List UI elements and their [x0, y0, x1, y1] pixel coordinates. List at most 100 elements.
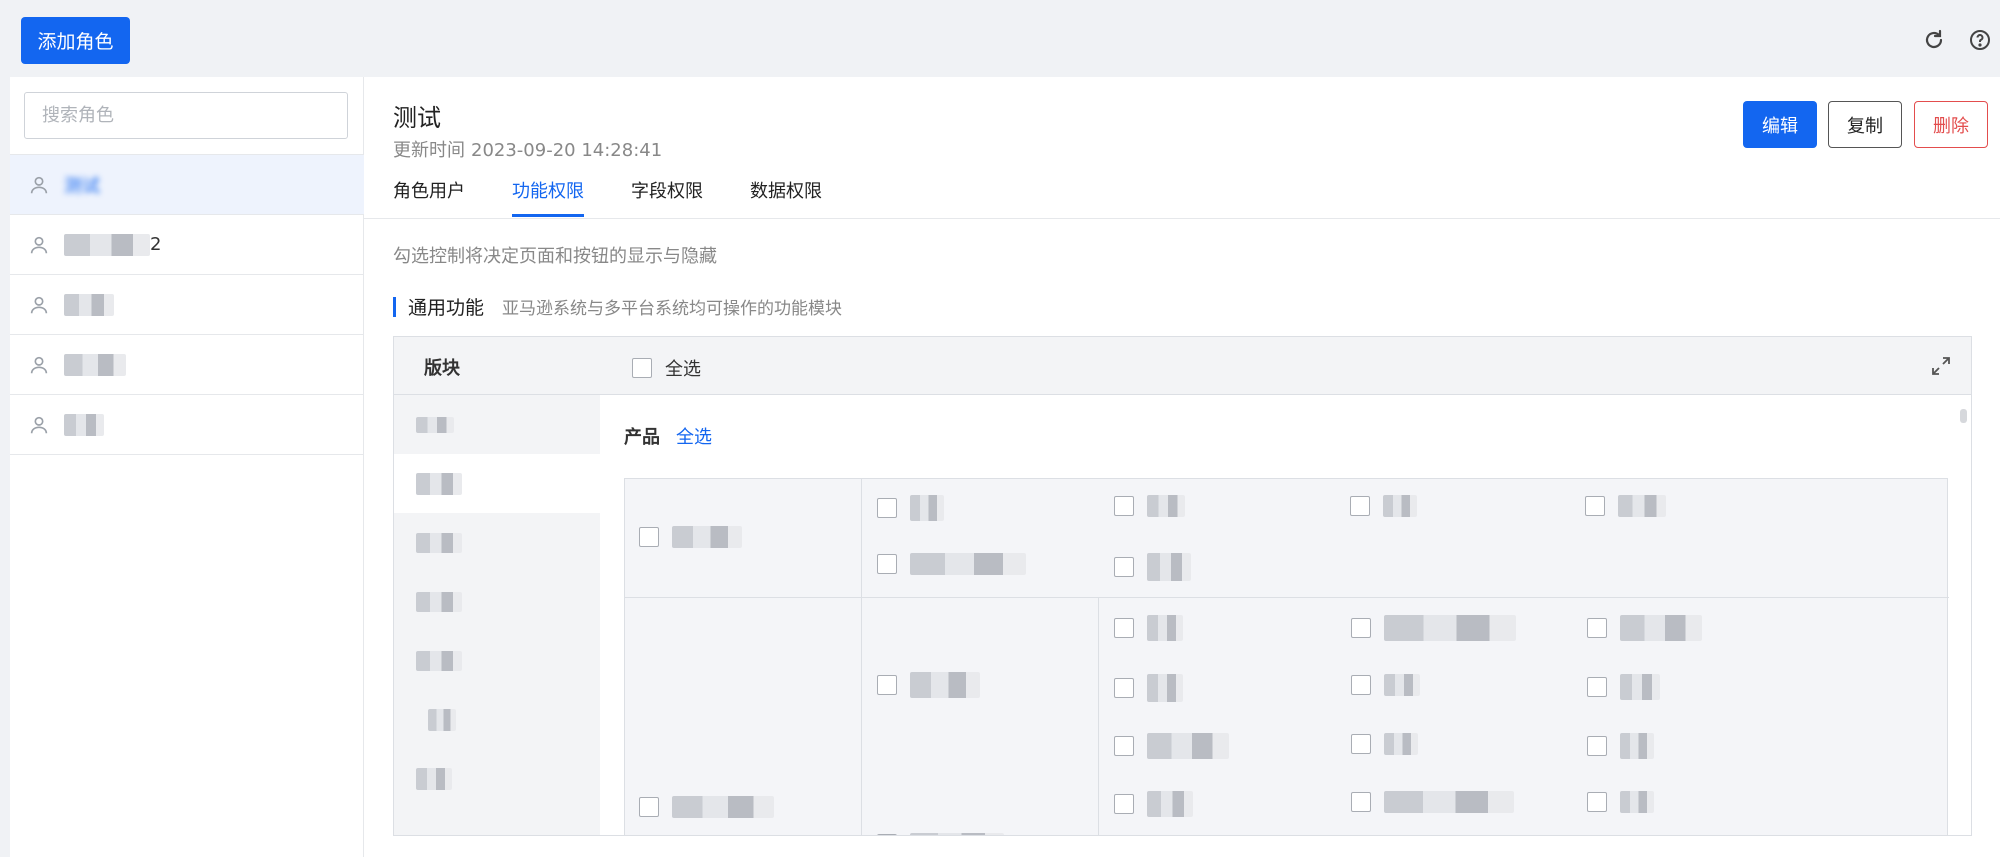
section-accent-bar [393, 296, 396, 317]
checkbox[interactable] [1114, 618, 1134, 638]
edit-button[interactable]: 编辑 [1743, 101, 1817, 148]
category-name: 产品 [624, 427, 660, 448]
block-item[interactable] [394, 690, 600, 749]
block-item[interactable] [394, 749, 600, 808]
role-item[interactable] [10, 395, 364, 455]
page-title: 测试 [393, 104, 441, 132]
tab-role-users[interactable]: 角色用户 [393, 177, 465, 218]
panel-header: 版块 全选 [394, 337, 1971, 395]
block-item[interactable] [394, 395, 600, 454]
permission-item[interactable] [1114, 615, 1183, 641]
checkbox[interactable] [1351, 792, 1371, 812]
checkbox[interactable] [1351, 675, 1371, 695]
checkbox[interactable] [1114, 557, 1134, 577]
category-select-all[interactable]: 全选 [676, 423, 712, 449]
role-item[interactable]: 2 [10, 215, 364, 275]
role-sidebar: 测试 2 [10, 77, 364, 857]
permission-panel: 版块 全选 产品 全选 [393, 336, 1972, 836]
permission-item[interactable] [1587, 615, 1702, 641]
select-all-checkbox[interactable]: 全选 [632, 355, 701, 381]
permission-item[interactable] [1351, 674, 1420, 696]
checkbox[interactable] [632, 358, 652, 378]
grid-divider [1098, 597, 1099, 835]
permission-item[interactable] [1350, 495, 1417, 517]
checkbox[interactable] [1351, 618, 1371, 638]
permission-item[interactable] [877, 553, 1026, 575]
role-item[interactable] [10, 275, 364, 335]
checkbox[interactable] [1114, 794, 1134, 814]
fullscreen-icon[interactable] [1931, 356, 1951, 376]
grid-divider [861, 479, 862, 835]
user-icon [30, 236, 48, 253]
help-icon[interactable] [1968, 28, 1992, 52]
checkbox[interactable] [1350, 496, 1370, 516]
permission-item[interactable] [639, 796, 774, 818]
checkbox[interactable] [1587, 792, 1607, 812]
permission-item[interactable] [1585, 495, 1666, 517]
role-label: 2 [150, 234, 162, 255]
block-list [394, 395, 600, 835]
role-item[interactable] [10, 335, 364, 395]
checkbox[interactable] [877, 834, 897, 835]
permission-item[interactable] [1114, 553, 1191, 581]
user-icon [30, 296, 48, 313]
user-icon [30, 176, 48, 193]
block-item[interactable] [394, 513, 600, 572]
block-column-label: 版块 [424, 358, 460, 379]
add-role-button[interactable]: 添加角色 [21, 17, 130, 64]
user-icon [30, 416, 48, 433]
checkbox[interactable] [877, 498, 897, 518]
permission-item[interactable] [877, 833, 1004, 835]
checkbox[interactable] [1114, 496, 1134, 516]
checkbox[interactable] [1587, 736, 1607, 756]
permission-item[interactable] [1114, 733, 1229, 759]
section-title: 通用功能 [408, 297, 485, 319]
checkbox[interactable] [639, 797, 659, 817]
copy-button[interactable]: 复制 [1828, 101, 1902, 148]
permission-item[interactable] [877, 672, 980, 698]
checkbox[interactable] [1587, 618, 1607, 638]
checkbox[interactable] [1114, 678, 1134, 698]
checkbox[interactable] [877, 554, 897, 574]
tab-divider [364, 218, 2000, 219]
updated-label: 更新时间 [393, 140, 465, 161]
checkbox[interactable] [1114, 736, 1134, 756]
checkbox[interactable] [639, 527, 659, 547]
tab-function-permissions[interactable]: 功能权限 [512, 177, 584, 218]
block-item[interactable] [394, 631, 600, 690]
block-item[interactable] [394, 572, 600, 631]
permission-item[interactable] [1114, 674, 1183, 702]
permission-item[interactable] [1351, 733, 1418, 755]
permission-item[interactable] [1587, 791, 1654, 813]
obscured-text [64, 413, 104, 436]
permission-item[interactable] [1587, 733, 1654, 759]
permission-item[interactable] [1114, 791, 1193, 817]
checkbox[interactable] [1351, 734, 1371, 754]
permission-tabs: 角色用户 功能权限 字段权限 数据权限 [393, 177, 869, 218]
checkbox[interactable] [1587, 677, 1607, 697]
permission-item[interactable] [1351, 791, 1514, 813]
block-item[interactable] [394, 454, 600, 513]
delete-button[interactable]: 删除 [1914, 101, 1988, 148]
role-label: 测试 [64, 175, 100, 197]
checkbox[interactable] [877, 675, 897, 695]
category-header: 产品 全选 [624, 423, 712, 449]
permission-item[interactable] [877, 495, 944, 521]
scrollbar[interactable] [1960, 409, 1967, 423]
section-description: 亚马逊系统与多平台系统均可操作的功能模块 [502, 299, 843, 319]
role-search-input[interactable] [24, 92, 348, 139]
section-header: 通用功能 亚马逊系统与多平台系统均可操作的功能模块 [393, 293, 842, 320]
permission-grid [624, 478, 1949, 835]
permission-item[interactable] [639, 526, 742, 548]
permission-item[interactable] [1114, 495, 1185, 517]
permission-item[interactable] [1351, 615, 1516, 641]
permission-item[interactable] [1587, 674, 1660, 700]
obscured-text [64, 233, 150, 256]
user-icon [30, 356, 48, 373]
role-item[interactable]: 测试 [10, 155, 364, 215]
checkbox[interactable] [1585, 496, 1605, 516]
tab-field-permissions[interactable]: 字段权限 [631, 177, 703, 218]
tab-data-permissions[interactable]: 数据权限 [750, 177, 822, 218]
refresh-icon[interactable] [1922, 28, 1946, 52]
select-all-label: 全选 [665, 359, 701, 380]
